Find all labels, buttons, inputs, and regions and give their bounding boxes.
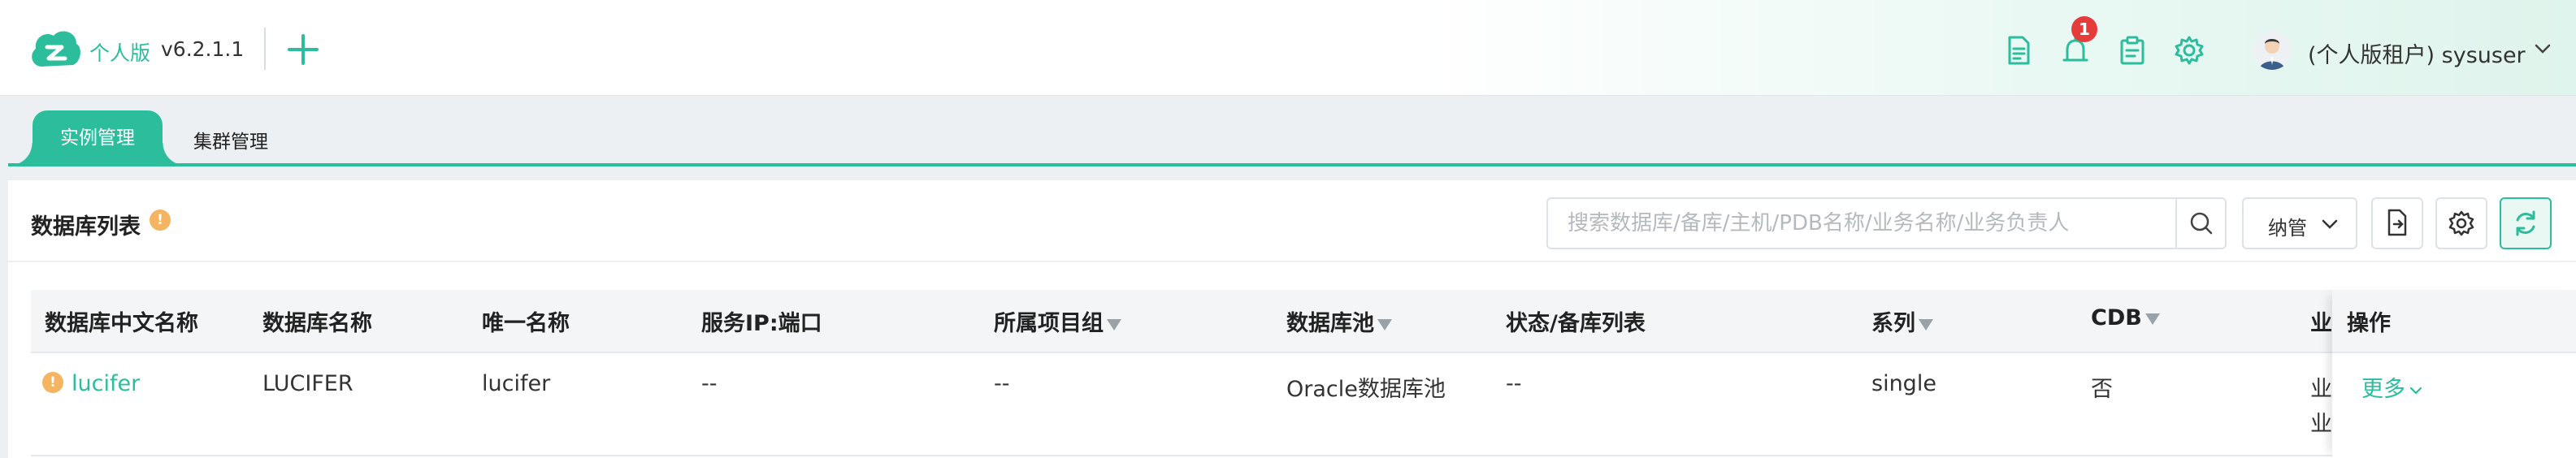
- tab-underline: [8, 163, 2576, 166]
- chevron-down-icon: [2409, 387, 2422, 395]
- column-header-label: 所属项目组: [994, 311, 1104, 336]
- add-icon[interactable]: [286, 32, 320, 67]
- more-label: 更多: [2361, 377, 2405, 402]
- panel-divider: [8, 261, 2576, 262]
- avatar[interactable]: [2253, 31, 2292, 70]
- notification-badge: 1: [2071, 16, 2097, 42]
- refresh-icon: [2516, 210, 2535, 236]
- column-header-series: 系列: [1871, 305, 1933, 337]
- column-header-pool: 数据库池: [1286, 305, 1392, 337]
- more-dropdown[interactable]: 更多: [2361, 371, 2423, 403]
- column-header: 数据库名称: [262, 311, 372, 336]
- operations-column: 操作 更多: [2332, 290, 2576, 458]
- table-cell: lucifer: [482, 371, 551, 396]
- chevron-down-icon[interactable]: [2534, 42, 2552, 55]
- table-cell: --: [701, 371, 718, 396]
- table-cell: Oracle数据库池: [1286, 377, 1446, 402]
- column-header-project-group: 所属项目组: [994, 305, 1121, 337]
- header-divider: [264, 28, 266, 70]
- search-box: [1546, 197, 2227, 249]
- column-header: 业: [2310, 311, 2332, 336]
- tab-cluster-management[interactable]: 集群管理: [193, 126, 268, 153]
- table-cell: single: [1871, 371, 1936, 396]
- settings-button[interactable]: [2435, 197, 2487, 249]
- export-button[interactable]: [2371, 197, 2423, 249]
- column-header-operations: 操作: [2347, 311, 2391, 336]
- manage-label: 纳管: [2268, 217, 2307, 240]
- column-header: 数据库中文名称: [45, 311, 198, 336]
- search-input[interactable]: [1548, 199, 2174, 248]
- logo-icon: [32, 31, 80, 67]
- tab-bar: [0, 97, 2576, 166]
- user-menu-label[interactable]: (个人版租户) sysuser: [2308, 37, 2526, 69]
- page-title: 数据库列表: [31, 214, 141, 240]
- clipboard-icon[interactable]: [2116, 34, 2149, 67]
- filter-icon[interactable]: [1107, 318, 1121, 331]
- column-header-label: CDB: [2091, 305, 2142, 331]
- search-button[interactable]: [2175, 199, 2225, 248]
- filter-icon[interactable]: [2144, 313, 2160, 325]
- column-header: 唯一名称: [482, 311, 570, 336]
- table-row-divider: [31, 455, 2576, 456]
- table-cell: LUCIFER: [262, 371, 353, 396]
- document-icon[interactable]: [2002, 34, 2035, 67]
- column-header-label: 系列: [1871, 311, 1915, 336]
- column-header: 状态/备库列表: [1506, 311, 1646, 336]
- filter-icon[interactable]: [1919, 318, 1933, 331]
- info-icon[interactable]: !: [150, 210, 171, 231]
- version-label: v6.2.1.1: [161, 37, 245, 61]
- user-avatar-icon: [2259, 39, 2285, 70]
- search-icon: [2190, 212, 2213, 235]
- warning-icon: !: [42, 372, 63, 393]
- filter-icon[interactable]: [1377, 318, 1392, 331]
- refresh-button[interactable]: [2500, 197, 2552, 249]
- chevron-down-icon: [2322, 219, 2338, 229]
- brand-label: 个人版: [89, 41, 151, 65]
- gear-icon[interactable]: [2173, 34, 2205, 67]
- table-cell: 业: [2310, 377, 2332, 402]
- gear-icon: [2448, 210, 2474, 236]
- export-icon: [2387, 209, 2407, 236]
- database-name-link[interactable]: lucifer: [72, 371, 140, 396]
- column-header-cdb: CDB: [2091, 305, 2160, 331]
- table-cell: --: [1506, 371, 1522, 396]
- tab-instance-management[interactable]: 实例管理: [10, 110, 185, 166]
- table-cell: 否: [2091, 377, 2113, 402]
- manage-dropdown-button[interactable]: 纳管: [2242, 197, 2357, 249]
- table-cell: --: [994, 371, 1010, 396]
- table-cell: 业: [2310, 412, 2332, 437]
- column-header-label: 数据库池: [1286, 311, 1374, 336]
- column-header: 服务IP:端口: [701, 311, 822, 336]
